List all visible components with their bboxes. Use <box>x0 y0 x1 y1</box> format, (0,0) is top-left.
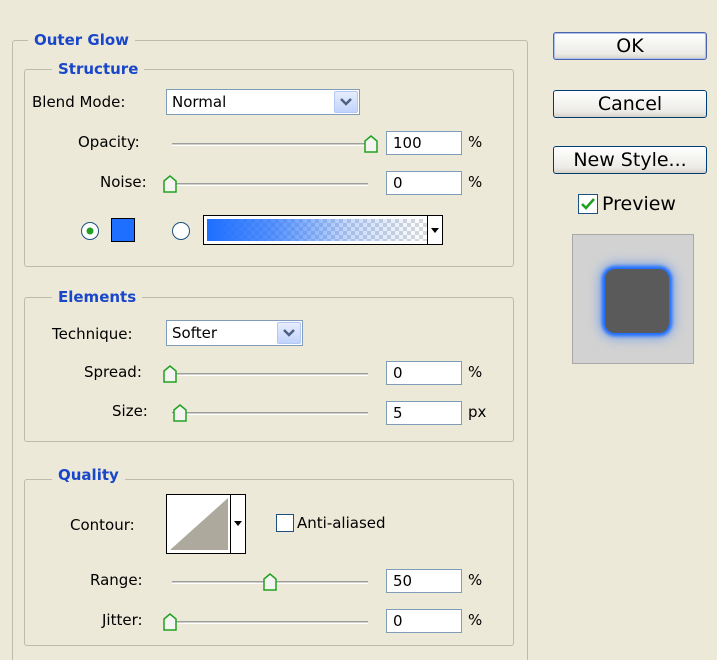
jitter-slider-track[interactable] <box>168 621 368 624</box>
blend-mode-label: Blend Mode: <box>32 93 126 111</box>
solid-color-radio[interactable] <box>80 221 100 241</box>
new-style-button[interactable]: New Style... <box>553 146 707 174</box>
size-unit: px <box>468 403 487 421</box>
anti-aliased-checkbox[interactable] <box>276 514 294 532</box>
opacity-label: Opacity: <box>78 133 140 151</box>
technique-select[interactable]: Softer <box>166 320 303 346</box>
range-label: Range: <box>90 571 143 589</box>
ok-button[interactable]: OK <box>553 32 707 60</box>
opacity-unit: % <box>468 133 483 151</box>
chevron-down-icon[interactable] <box>277 322 301 344</box>
opacity-slider-thumb[interactable] <box>363 135 379 153</box>
range-input[interactable]: 50 <box>386 569 462 593</box>
anti-aliased-label[interactable]: Anti-aliased <box>297 514 386 532</box>
contour-label: Contour: <box>70 516 135 534</box>
size-slider-thumb[interactable] <box>172 404 188 422</box>
noise-unit: % <box>468 173 483 191</box>
size-input[interactable]: 5 <box>386 401 462 425</box>
gradient-preview <box>207 219 427 241</box>
opacity-slider-track[interactable] <box>172 143 372 146</box>
jitter-slider-thumb[interactable] <box>162 613 178 631</box>
spread-unit: % <box>468 363 483 381</box>
checkmark-icon <box>581 198 595 210</box>
preview-label[interactable]: Preview <box>602 193 676 215</box>
outer-glow-title: Outer Glow <box>28 31 136 49</box>
chevron-down-icon[interactable] <box>334 91 358 113</box>
blend-mode-value: Normal <box>172 93 227 111</box>
blend-mode-select[interactable]: Normal <box>166 89 360 115</box>
spread-slider-thumb[interactable] <box>162 365 178 383</box>
noise-input[interactable]: 0 <box>386 171 462 195</box>
contour-dropdown-button[interactable] <box>230 495 245 553</box>
preview-glow-square <box>605 269 669 333</box>
noise-slider-thumb[interactable] <box>162 175 178 193</box>
technique-label: Technique: <box>52 325 133 343</box>
gradient-radio[interactable] <box>171 221 191 241</box>
color-swatch[interactable] <box>111 218 135 242</box>
jitter-input[interactable]: 0 <box>386 609 462 633</box>
range-slider-thumb[interactable] <box>262 573 278 591</box>
opacity-input[interactable]: 100 <box>386 131 462 155</box>
spread-slider-track[interactable] <box>168 373 368 376</box>
technique-value: Softer <box>172 324 217 342</box>
quality-title: Quality <box>52 466 125 484</box>
contour-picker[interactable] <box>166 494 246 554</box>
contour-preview <box>170 498 228 550</box>
jitter-label: Jitter: <box>102 611 143 629</box>
spread-label: Spread: <box>84 363 142 381</box>
elements-title: Elements <box>52 288 143 306</box>
caret-down-icon <box>234 521 242 526</box>
structure-title: Structure <box>52 60 145 78</box>
noise-slider-track[interactable] <box>168 183 368 186</box>
gradient-picker[interactable] <box>203 215 443 245</box>
size-label: Size: <box>112 402 148 420</box>
size-slider-track[interactable] <box>172 412 368 415</box>
gradient-dropdown-button[interactable] <box>427 216 442 244</box>
noise-label: Noise: <box>100 173 147 191</box>
jitter-unit: % <box>468 611 483 629</box>
spread-input[interactable]: 0 <box>386 361 462 385</box>
caret-down-icon <box>431 228 439 233</box>
preview-checkbox[interactable] <box>578 194 598 214</box>
cancel-button[interactable]: Cancel <box>553 90 707 118</box>
range-unit: % <box>468 571 483 589</box>
preview-thumbnail <box>572 234 694 364</box>
